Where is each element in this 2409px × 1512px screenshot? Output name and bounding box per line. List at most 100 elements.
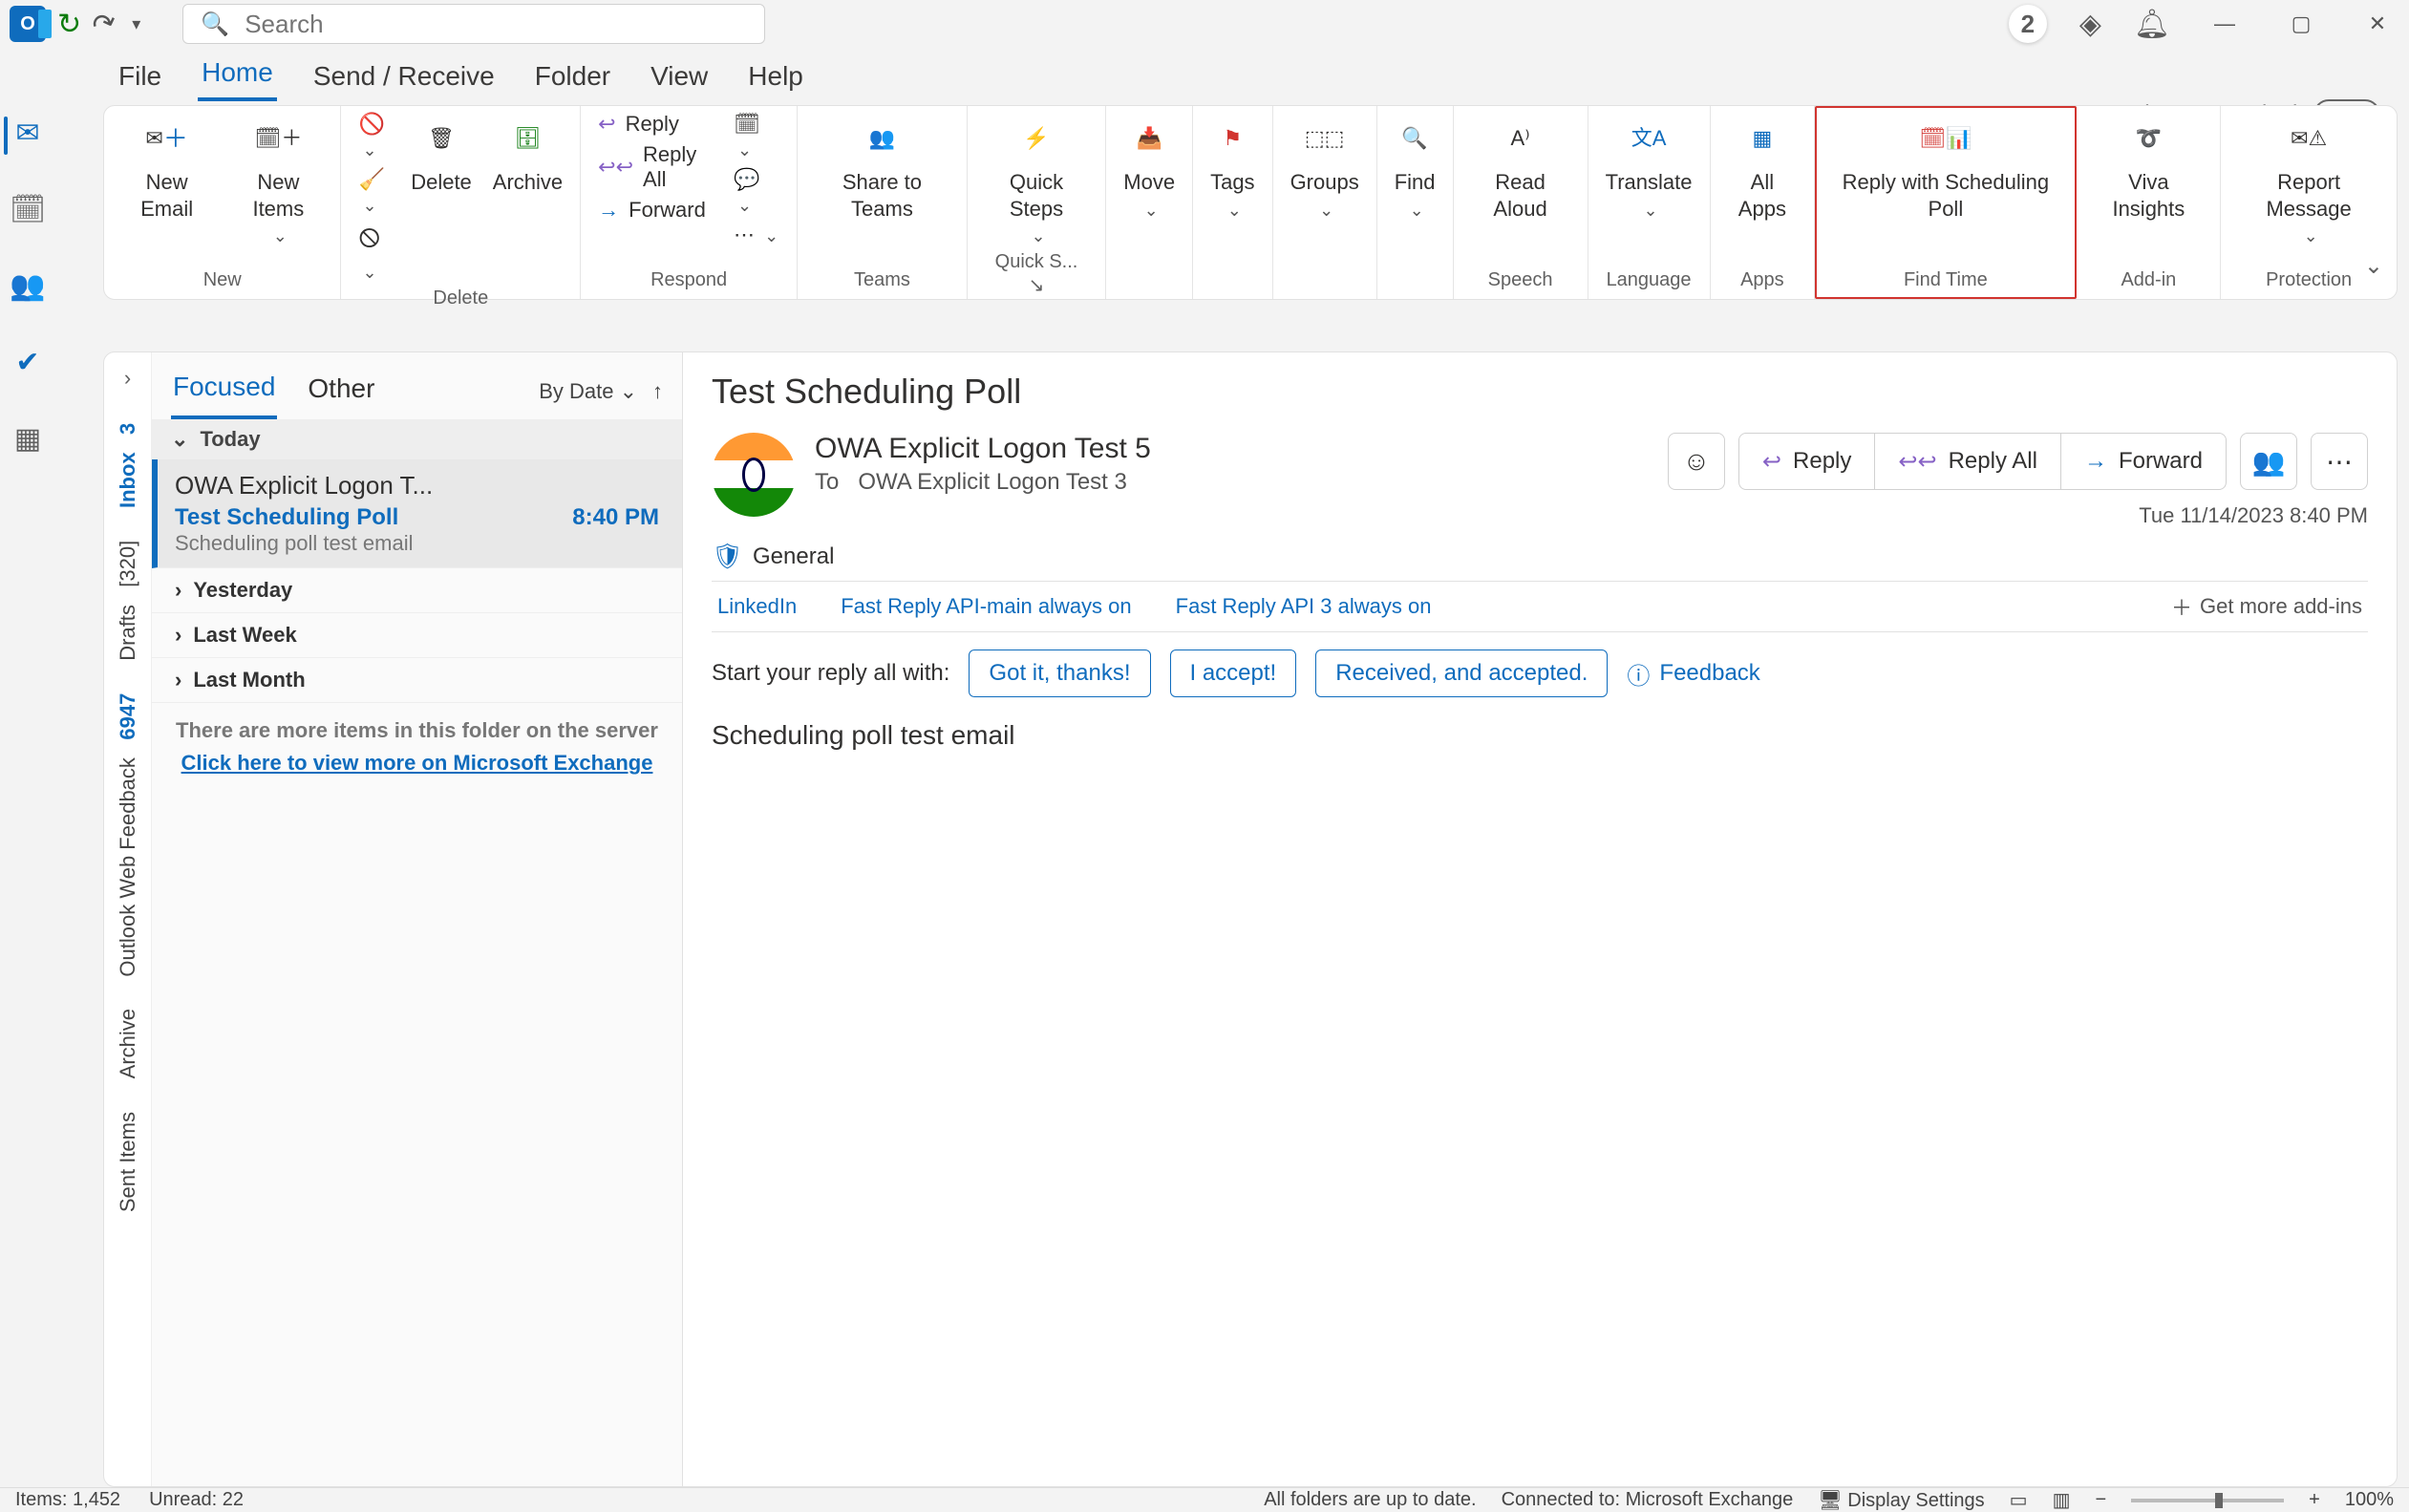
move-button[interactable]: 📥Move (1123, 112, 1175, 221)
zoom-out-icon[interactable]: − (2095, 1489, 2106, 1511)
group-speech-label: Speech (1488, 266, 1553, 297)
premium-icon[interactable]: ◈ (2079, 8, 2101, 41)
reading-pane: Test Scheduling Poll OWA Explicit Logon … (683, 352, 2397, 1486)
ribbon-tabs: File Home Send / Receive Folder View Hel… (0, 48, 2409, 101)
forward-button[interactable]: →Forward (598, 198, 713, 223)
sync-icon[interactable]: ↻ (57, 8, 81, 41)
addin-linkedin[interactable]: LinkedIn (717, 594, 797, 619)
message-preview: Scheduling poll test email (175, 531, 659, 556)
bell-icon[interactable]: 🔔︎ (2134, 8, 2170, 41)
group-last-month[interactable]: ›Last Month (152, 658, 682, 703)
viva-insights-button[interactable]: ➰Viva Insights (2094, 112, 2203, 222)
read-aloud-button[interactable]: A⁾Read Aloud (1471, 112, 1570, 222)
search-input[interactable] (245, 10, 747, 39)
expand-folders-icon[interactable]: › (124, 366, 131, 391)
tab-focused[interactable]: Focused (171, 364, 277, 419)
header-reply-all-button[interactable]: ↩↩Reply All (1875, 434, 2061, 489)
reply-scheduling-poll-button[interactable]: 🗓📊Reply with Scheduling Poll (1832, 112, 2058, 222)
im-icon[interactable]: 💬 (734, 167, 779, 217)
meeting-icon[interactable]: 🗓 (734, 112, 779, 161)
react-emoji-button[interactable]: ☺ (1668, 433, 1725, 490)
quick-reply-2[interactable]: I accept! (1170, 650, 1297, 697)
status-unread: Unread: 22 (149, 1489, 244, 1511)
rail-apps-icon[interactable]: ▦ (7, 420, 49, 457)
reply-button[interactable]: ↩Reply (598, 112, 713, 137)
quick-reply-label: Start your reply all with: (712, 660, 949, 687)
groups-button[interactable]: ⬚⬚Groups (1290, 112, 1359, 221)
tab-file[interactable]: File (115, 52, 165, 101)
group-apps-label: Apps (1740, 266, 1784, 297)
tab-send-receive[interactable]: Send / Receive (309, 52, 499, 101)
minimize-button[interactable]: — (2203, 11, 2247, 36)
quick-steps-button[interactable]: ⚡Quick Steps (985, 112, 1089, 247)
report-message-button[interactable]: ✉⚠Report Message (2238, 112, 2379, 247)
view-reading-icon[interactable]: ▥ (2053, 1488, 2071, 1512)
junk-icon[interactable]: 🛇 (358, 223, 390, 284)
sort-direction-icon[interactable]: ↑ (652, 379, 663, 404)
addin-fastreply-3[interactable]: Fast Reply API 3 always on (1176, 594, 1432, 619)
display-settings[interactable]: 🖥 Display Settings (1818, 1488, 1984, 1512)
coming-soon-badge[interactable]: 2 (2009, 5, 2047, 43)
sort-by-date[interactable]: By Date ⌄ (539, 379, 637, 404)
group-respond-label: Respond (650, 266, 727, 297)
rail-todo-icon[interactable]: ✔ (7, 344, 49, 380)
zoom-in-icon[interactable]: + (2309, 1489, 2320, 1511)
tab-view[interactable]: View (647, 52, 712, 101)
group-last-week[interactable]: ›Last Week (152, 613, 682, 658)
translate-button[interactable]: 文ATranslate (1606, 112, 1693, 221)
zoom-slider[interactable] (2131, 1499, 2284, 1502)
get-more-addins[interactable]: ＋ Get more add-ins (2171, 591, 2362, 622)
main-content: › Inbox 3 Drafts [320] Outlook Web Feedb… (103, 351, 2398, 1487)
quick-reply-3[interactable]: Received, and accepted. (1315, 650, 1608, 697)
header-reply-button[interactable]: ↩Reply (1739, 434, 1875, 489)
ignore-icon[interactable]: 🚫 (358, 112, 390, 161)
delete-button[interactable]: 🗑Delete (411, 112, 472, 196)
message-subject: Test Scheduling Poll (175, 504, 398, 531)
tab-other[interactable]: Other (306, 366, 376, 417)
status-sync: All folders are up to date. (1264, 1489, 1476, 1511)
view-normal-icon[interactable]: ▭ (2010, 1488, 2028, 1512)
teams-chat-button[interactable]: 👥 (2240, 433, 2297, 490)
qat-dropdown-icon[interactable]: ▾ (128, 14, 144, 34)
sensitivity-label: 🛡General (712, 542, 2368, 571)
new-email-button[interactable]: ✉＋New Email (121, 112, 212, 222)
find-button[interactable]: 🔍Find (1395, 112, 1436, 221)
more-respond-icon[interactable]: ⋯ (734, 223, 779, 247)
outlook-app-icon: O (10, 6, 46, 42)
new-items-button[interactable]: 🗓＋New Items (233, 112, 323, 247)
share-teams-button[interactable]: 👥Share to Teams (815, 112, 949, 222)
message-date: Tue 11/14/2023 8:40 PM (2139, 503, 2368, 528)
folder-archive[interactable]: Archive (116, 1009, 140, 1078)
group-teams-label: Teams (854, 266, 910, 297)
tab-help[interactable]: Help (744, 52, 807, 101)
more-actions-button[interactable]: ⋯ (2311, 433, 2368, 490)
quick-reply-1[interactable]: Got it, thanks! (969, 650, 1150, 697)
all-apps-button[interactable]: ▦All Apps (1728, 112, 1798, 222)
folder-inbox[interactable]: Inbox 3 (116, 423, 140, 508)
tab-folder[interactable]: Folder (531, 52, 614, 101)
group-findtime-label: Find Time (1904, 266, 1988, 297)
folder-drafts[interactable]: Drafts [320] (116, 541, 140, 661)
more-items-link[interactable]: Click here to view more on Microsoft Exc… (152, 745, 682, 781)
cleanup-icon[interactable]: 🧹 (358, 167, 390, 217)
message-item[interactable]: OWA Explicit Logon T... Test Scheduling … (152, 459, 682, 568)
ribbon-collapse-icon[interactable]: ⌄ (2364, 252, 2383, 280)
group-yesterday[interactable]: ›Yesterday (152, 568, 682, 613)
search-box[interactable]: 🔍 (182, 4, 765, 44)
rail-people-icon[interactable]: 👥 (7, 267, 49, 304)
archive-button[interactable]: 🗄Archive (493, 112, 563, 196)
rail-mail-icon[interactable]: ✉ (7, 115, 49, 151)
group-today[interactable]: ⌄Today (152, 419, 682, 459)
tags-button[interactable]: ⚑Tags (1210, 112, 1254, 221)
feedback-link[interactable]: ⓘFeedback (1627, 657, 1759, 691)
folder-owf[interactable]: Outlook Web Feedback 6947 (116, 693, 140, 977)
addin-fastreply-main[interactable]: Fast Reply API-main always on (841, 594, 1131, 619)
rail-calendar-icon[interactable]: 🗓 (7, 191, 49, 227)
folder-sent[interactable]: Sent Items (116, 1112, 140, 1212)
maximize-button[interactable]: ▢ (2279, 11, 2323, 36)
tab-home[interactable]: Home (198, 48, 277, 101)
undo-icon[interactable]: ↶ (88, 4, 122, 43)
reply-all-button[interactable]: ↩↩Reply All (598, 142, 713, 192)
header-forward-button[interactable]: →Forward (2061, 434, 2226, 489)
close-button[interactable]: ✕ (2356, 11, 2399, 36)
